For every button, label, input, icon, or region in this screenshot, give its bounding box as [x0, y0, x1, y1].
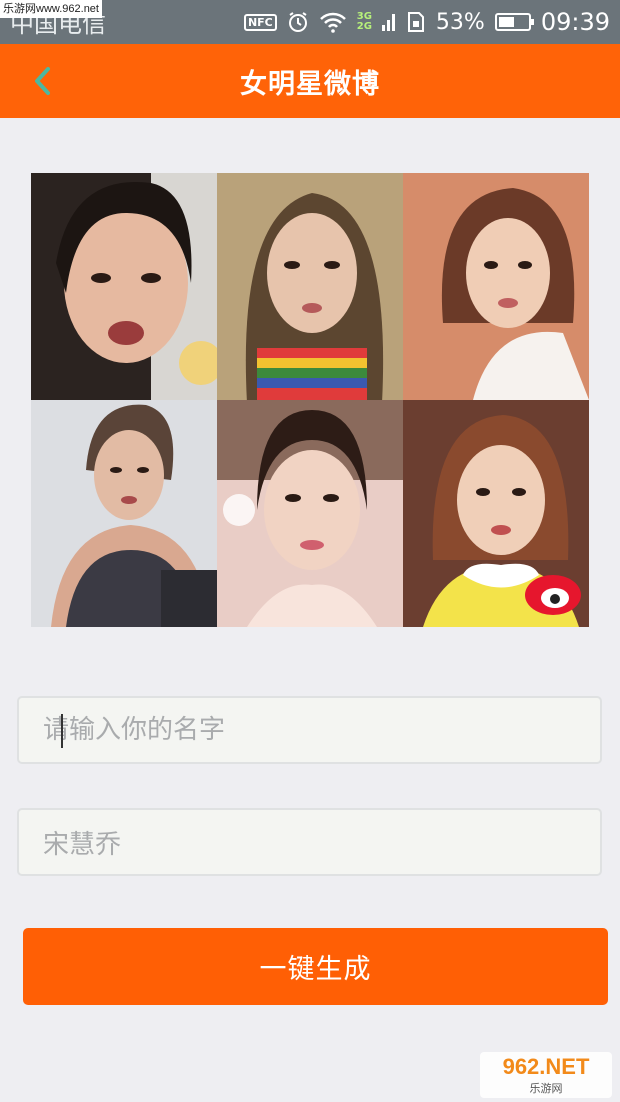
site-logo-watermark: 962.NET 乐游网 — [480, 1052, 612, 1098]
status-icons: NFC 3G 2G 53% 09:39 — [243, 0, 610, 44]
celebrity-photo-2 — [217, 173, 403, 400]
network-type-icon: 3G 2G — [356, 11, 372, 32]
chevron-left-icon — [35, 67, 50, 95]
signal-icon — [381, 11, 396, 33]
clock: 09:39 — [540, 8, 610, 36]
wifi-icon — [319, 11, 347, 33]
sim-icon — [406, 11, 426, 33]
generate-button[interactable]: 一键生成 — [23, 928, 608, 1005]
battery-icon — [494, 13, 534, 31]
nfc-icon: NFC — [243, 13, 277, 31]
battery-level — [498, 17, 514, 27]
name-input[interactable] — [43, 715, 600, 745]
celebrity-photo-1 — [31, 173, 217, 400]
name-input-field[interactable] — [17, 696, 602, 764]
celebrity-photo-5 — [217, 400, 403, 627]
back-button[interactable] — [22, 58, 62, 104]
example-name-field[interactable]: 宋慧乔 — [17, 808, 602, 876]
text-cursor — [61, 714, 63, 748]
alarm-icon — [287, 11, 309, 33]
battery-percent: 53% — [435, 9, 485, 35]
status-bar: 中国电信 乐游网www.962.net NFC 3G 2G 53% 09:39 — [0, 0, 620, 44]
example-name-text: 宋慧乔 — [43, 829, 122, 860]
celebrity-photo-3 — [403, 173, 589, 400]
celebrity-photo-4 — [31, 400, 217, 627]
celebrity-photo-6 — [403, 400, 589, 627]
celebrity-photo-grid — [31, 173, 589, 627]
page-title: 女明星微博 — [240, 68, 380, 100]
site-watermark: 乐游网www.962.net — [0, 0, 102, 18]
app-bar: 女明星微博 — [0, 44, 620, 118]
